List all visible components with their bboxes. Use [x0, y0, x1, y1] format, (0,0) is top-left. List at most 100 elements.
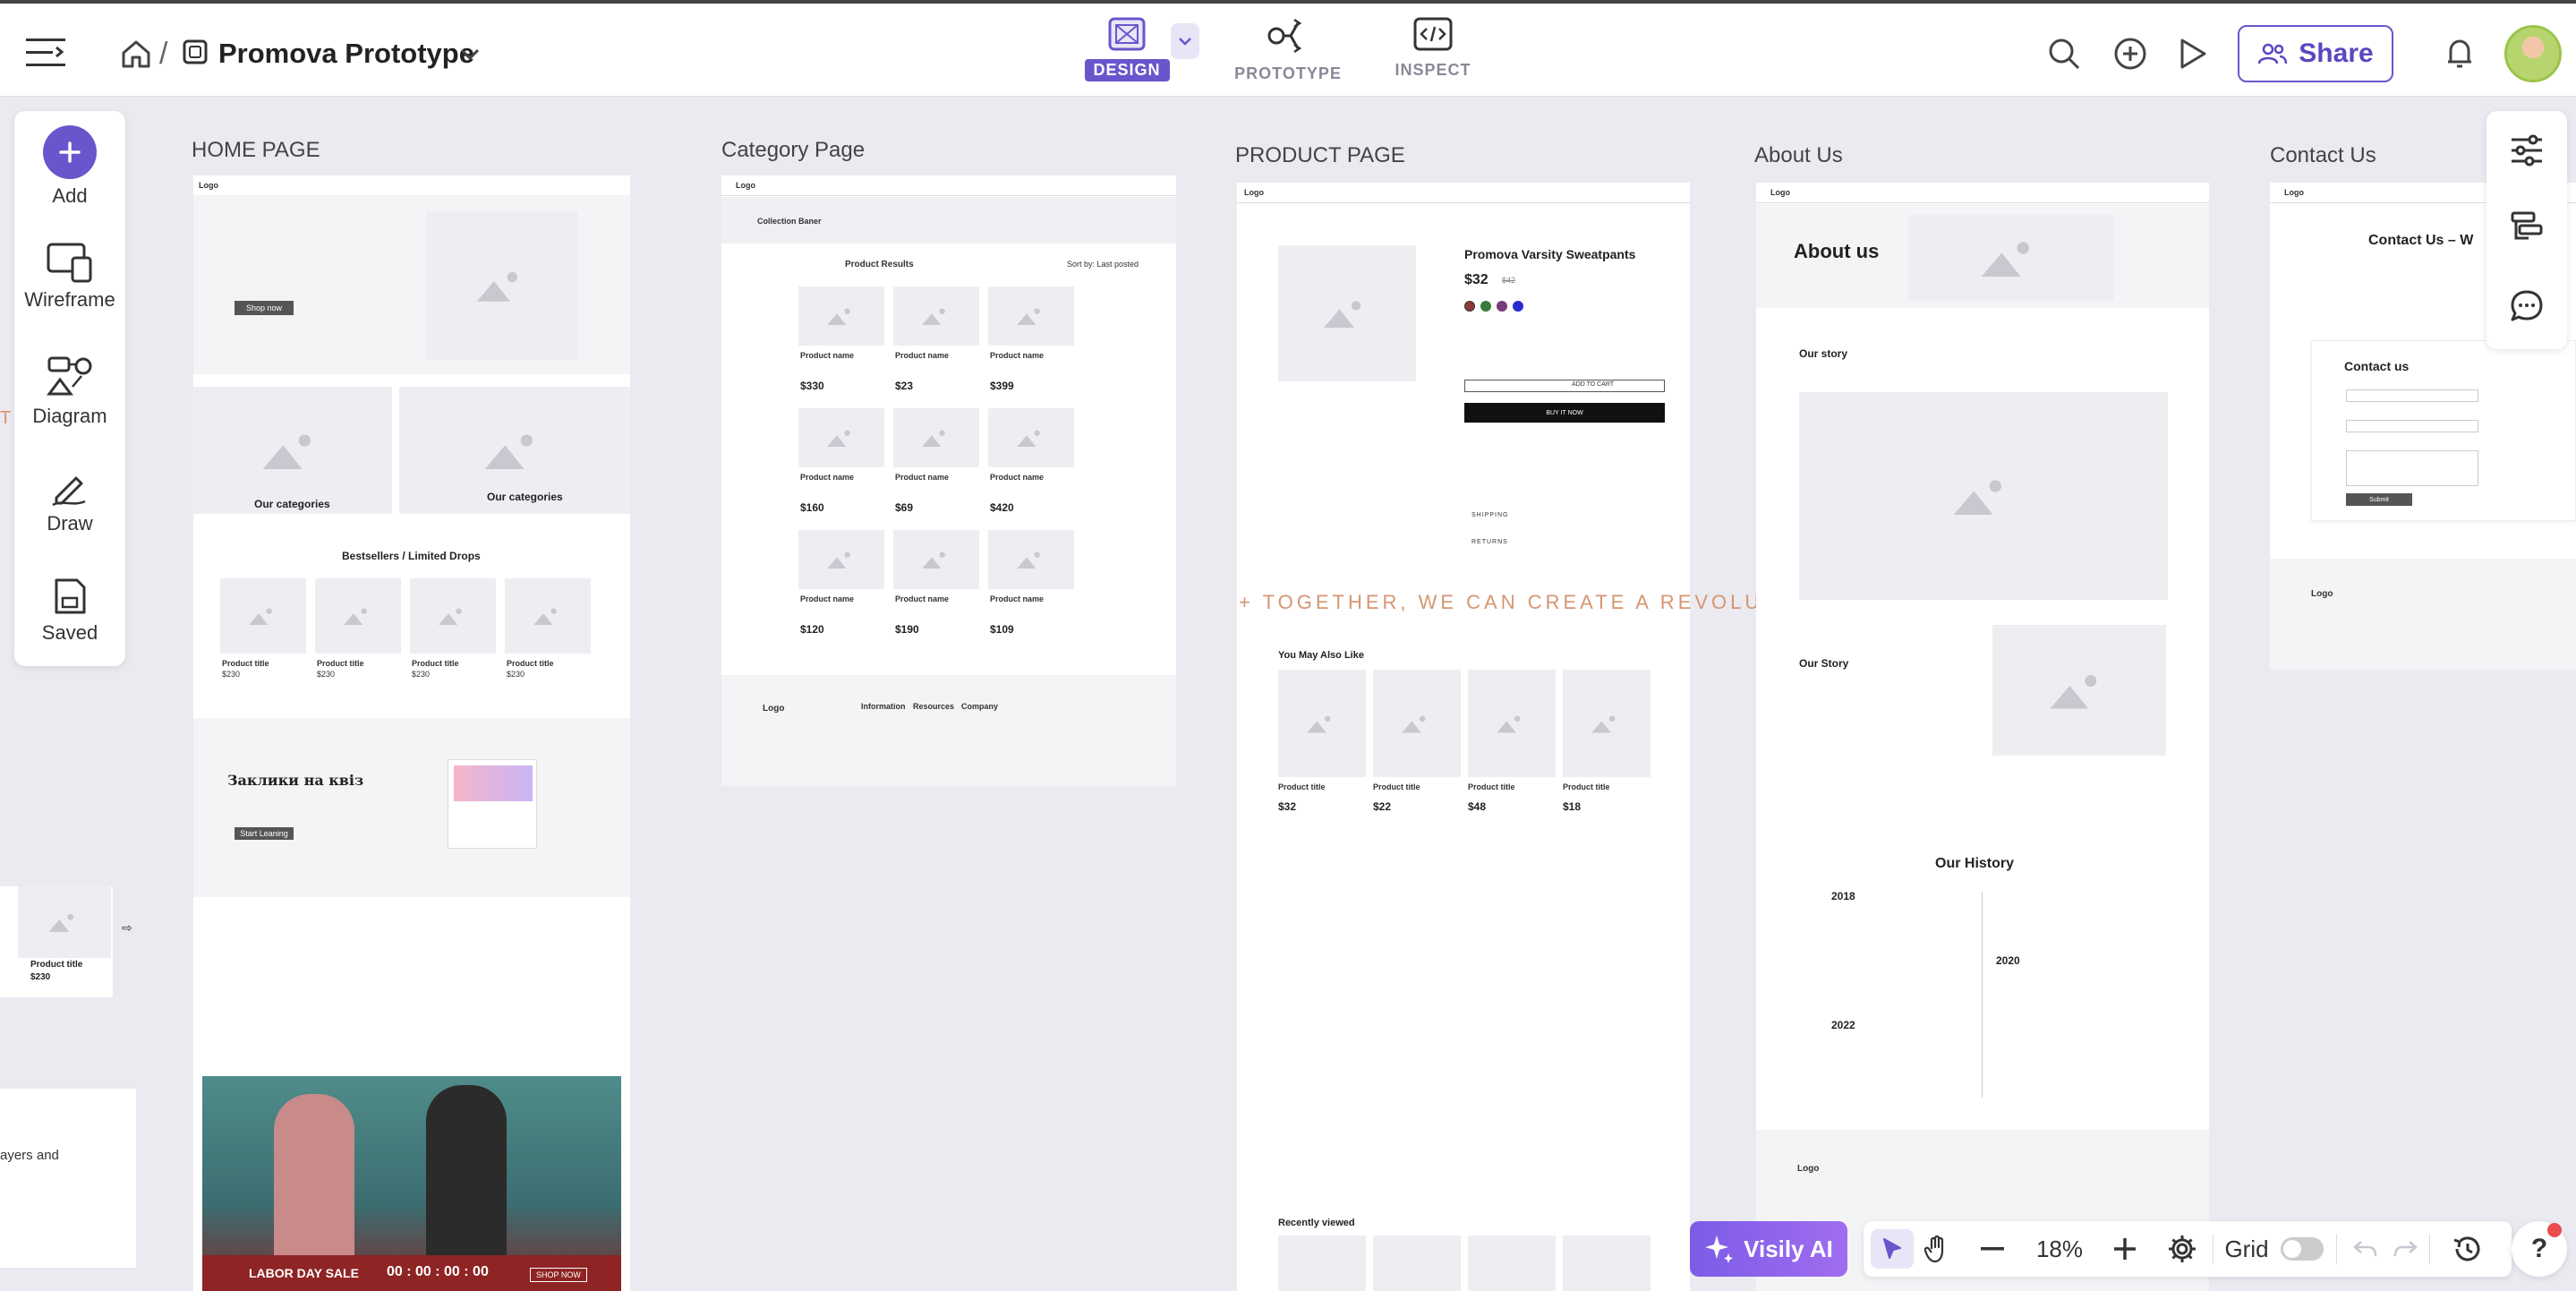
frame-product[interactable]: Logo Promova Varsity Sweatpants $32 $42 … [1237, 183, 1690, 1291]
logo: Logo [2284, 188, 2304, 197]
add-circle-icon[interactable] [2111, 34, 2150, 73]
swatch[interactable] [1497, 301, 1507, 312]
saved-tool[interactable]: Saved [14, 577, 125, 645]
bell-icon[interactable] [2440, 34, 2479, 73]
redo-icon[interactable] [2386, 1229, 2426, 1269]
menu-icon[interactable] [23, 30, 68, 75]
draw-tool[interactable]: Draw [14, 467, 125, 535]
sale-banner-image: LABOR DAY SALE 00 : 00 : 00 : 00 SHOP NO… [202, 1076, 621, 1291]
tab-inspect-label: INSPECT [1395, 61, 1471, 79]
tab-inspect[interactable]: INSPECT [1384, 16, 1482, 91]
swatch[interactable] [1513, 301, 1523, 312]
email-field[interactable] [2346, 420, 2478, 432]
product-title: Product title [1468, 782, 1515, 791]
tab-prototype[interactable]: PROTOTYPE [1230, 16, 1346, 91]
share-button[interactable]: Share [2238, 25, 2393, 82]
color-swatches[interactable] [1464, 301, 1545, 315]
sort-dropdown[interactable]: Sort by: Last posted [1067, 260, 1139, 269]
settings-sliders-icon[interactable] [2507, 131, 2546, 170]
product-name: Product name [800, 473, 855, 482]
product-price: $160 [800, 501, 824, 514]
product-name: Product name [990, 351, 1045, 360]
swatch[interactable] [1480, 301, 1491, 312]
countdown-timer: 00 : 00 : 00 : 00 [387, 1264, 489, 1279]
visily-ai-button[interactable]: Visily AI [1690, 1221, 1847, 1277]
product-image [988, 530, 1074, 589]
returns-accordion[interactable]: RETURNS [1471, 539, 1508, 545]
hand-icon[interactable] [1917, 1229, 1957, 1269]
product-image [1563, 670, 1651, 777]
product-image [505, 578, 591, 654]
layers-icon[interactable] [2507, 208, 2546, 247]
buy-now-button[interactable]: BUY IT NOW [1464, 403, 1665, 423]
video-placeholder[interactable] [1799, 392, 2168, 600]
product-old-price: $42 [1502, 276, 1516, 285]
zoom-in-icon[interactable] [2105, 1229, 2145, 1269]
avatar[interactable] [2504, 25, 2562, 82]
chevron-down-icon [1179, 38, 1191, 46]
cursor-icon[interactable] [1871, 1229, 1914, 1269]
product-image [988, 408, 1074, 467]
project-title[interactable]: Promova Prototype [218, 34, 474, 73]
product-image [893, 530, 979, 589]
plus-icon [43, 125, 97, 179]
shop-now-button[interactable]: Shop now [235, 301, 294, 315]
zoom-level[interactable]: 18% [2021, 1229, 2098, 1269]
tab-design[interactable]: DESIGN [1084, 16, 1170, 91]
play-icon[interactable] [2173, 34, 2213, 73]
product-image [1468, 670, 1556, 777]
product-price: $399 [990, 380, 1014, 392]
sale-label: LABOR DAY SALE [249, 1266, 359, 1280]
name-field[interactable] [2346, 389, 2478, 402]
product-title: Product title [30, 960, 83, 970]
product-name: Product name [895, 594, 950, 603]
product-price: $109 [990, 623, 1014, 636]
start-learning-button[interactable]: Start Leaning [235, 827, 294, 840]
frame-about[interactable]: Logo About us Our story Our Story Our Hi… [1756, 183, 2209, 1291]
partial-frame-left: Product title $230 [0, 886, 113, 997]
footer-logo: Logo [763, 704, 785, 714]
diagram-tool[interactable]: Diagram [14, 355, 125, 428]
top-bar: / Promova Prototype DESIGN PROTOTYPE INS… [0, 0, 2576, 97]
wireframe-tool[interactable]: Wireframe [14, 242, 125, 312]
timeline-year: 2022 [1831, 1019, 1855, 1031]
undo-icon[interactable] [2345, 1229, 2384, 1269]
category-card[interactable] [193, 387, 392, 514]
product-price: $120 [800, 623, 824, 636]
tab-prototype-label: PROTOTYPE [1234, 64, 1342, 82]
category-label: Our categories [487, 491, 563, 503]
product-image [798, 286, 884, 346]
swatch[interactable] [1464, 301, 1475, 312]
history-icon[interactable] [2440, 1229, 2494, 1269]
comment-icon[interactable] [2507, 286, 2546, 326]
product-title: Product title [1563, 782, 1610, 791]
shop-now-sale-button[interactable]: SHOP NOW [530, 1268, 587, 1282]
product-name: Product name [895, 351, 950, 360]
timeline-year: 2020 [1996, 954, 2020, 967]
add-tool[interactable]: Add [14, 125, 125, 208]
submit-button[interactable]: Submit [2346, 493, 2412, 506]
zoom-out-icon[interactable] [1973, 1229, 2012, 1269]
search-icon[interactable] [2044, 34, 2084, 73]
product-image [893, 408, 979, 467]
divider [2336, 1234, 2337, 1264]
shipping-accordion[interactable]: SHIPPING [1471, 512, 1508, 518]
users-icon [2258, 43, 2288, 64]
product-image [798, 530, 884, 589]
home-icon[interactable] [118, 36, 154, 72]
frame-home[interactable]: Logo Shop now Our categories Our categor… [193, 175, 630, 1291]
gear-icon[interactable] [2162, 1229, 2202, 1269]
add-to-cart-button[interactable] [1464, 380, 1665, 392]
product-image [315, 578, 401, 654]
grid-toggle[interactable] [2277, 1229, 2327, 1269]
frame-title-product: PRODUCT PAGE [1235, 143, 1405, 167]
frame-category[interactable]: Logo Collection Baner Product Results So… [721, 175, 1176, 786]
tool-label: Add [52, 184, 88, 207]
question-field[interactable] [2346, 450, 2478, 486]
chevron-down-icon[interactable] [456, 41, 483, 68]
product-image [893, 286, 979, 346]
nav-divider [1756, 202, 2209, 203]
product-image [410, 578, 496, 654]
design-dropdown-button[interactable] [1171, 23, 1199, 59]
category-label: Our categories [254, 498, 330, 510]
